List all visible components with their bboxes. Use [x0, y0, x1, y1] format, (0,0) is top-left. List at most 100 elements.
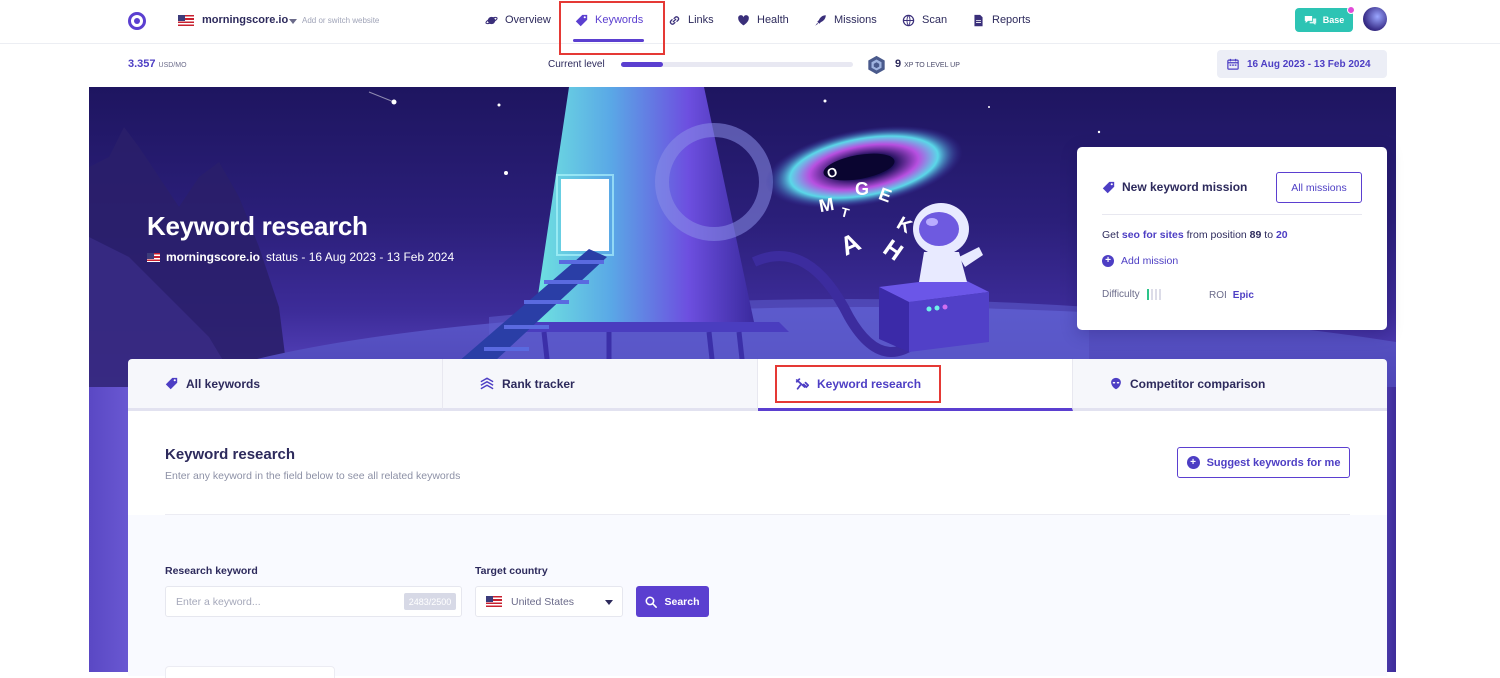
date-range-label: 16 Aug 2023 - 13 Feb 2024	[1247, 58, 1371, 70]
difficulty-bar	[1146, 289, 1149, 300]
mission-card-title: New keyword mission	[1102, 180, 1247, 194]
tab-rank-tracker-label: Rank tracker	[502, 376, 575, 391]
switch-website-hint[interactable]: Add or switch website	[302, 16, 379, 25]
search-button[interactable]: Search	[636, 586, 709, 617]
nav-overview-label: Overview	[505, 14, 551, 26]
add-mission-label: Add mission	[1121, 255, 1179, 267]
mission-mid: from position	[1186, 229, 1247, 241]
us-flag-icon	[178, 15, 194, 26]
search-icon	[645, 596, 658, 608]
traffic-value-unit: USD/MO	[158, 62, 187, 69]
xp-label: XP TO LEVEL UP	[904, 62, 960, 69]
alien-icon	[1111, 377, 1121, 390]
target-country-label: Target country	[475, 565, 548, 577]
notification-dot	[1347, 6, 1355, 14]
nav-health-label: Health	[757, 14, 789, 26]
tab-all-keywords-label: All keywords	[186, 376, 261, 391]
mission-to-position: 20	[1275, 229, 1288, 241]
roi-value: Epic	[1232, 290, 1254, 301]
highlight-box-keyword-research-tab	[775, 365, 941, 403]
level-progress-bar	[621, 62, 853, 67]
current-level-label: Current level	[548, 59, 605, 70]
results-card-top-edge	[165, 666, 335, 678]
site-name[interactable]: morningscore.io	[202, 14, 288, 26]
nav-reports-label: Reports	[992, 14, 1031, 26]
us-flag-icon	[147, 252, 160, 262]
layers-icon	[480, 377, 494, 390]
difficulty-bar	[1150, 289, 1153, 300]
nav-scan-label: Scan	[922, 14, 948, 26]
traffic-value: 3.357 USD/MO	[128, 58, 187, 70]
mission-card-title-text: New keyword mission	[1122, 180, 1248, 194]
tab-competitor-comparison[interactable]: Competitor comparison	[1073, 359, 1387, 411]
nav-reports[interactable]: Reports	[972, 12, 1031, 28]
all-missions-button[interactable]: All missions	[1276, 172, 1362, 203]
xp-to-level-up: 9 XP TO LEVEL UP	[895, 58, 960, 70]
hero-subtitle: morningscore.io status - 16 Aug 2023 - 1…	[147, 250, 454, 264]
tab-competitor-comparison-label: Competitor comparison	[1130, 376, 1266, 391]
panel-header: Keyword research Enter any keyword in th…	[128, 411, 1387, 515]
base-plan-button[interactable]: Base	[1295, 8, 1353, 32]
nav-health[interactable]: Health	[737, 12, 789, 28]
base-plan-label: Base	[1322, 15, 1345, 25]
mission-card-divider	[1102, 214, 1362, 215]
planet-icon	[485, 14, 498, 27]
search-button-label: Search	[664, 595, 700, 608]
hero-title: Keyword research	[147, 211, 368, 241]
chevron-down-icon	[605, 600, 613, 605]
keyword-quota-counter: 2483/2500	[404, 593, 456, 610]
panel-title: Keyword research	[165, 446, 296, 463]
highlight-box-keywords-nav	[559, 1, 665, 55]
nav-links[interactable]: Links	[668, 12, 714, 28]
mission-to-word: to	[1264, 229, 1274, 241]
new-keyword-mission-card: New keyword mission All missions Get seo…	[1077, 147, 1387, 330]
keyword-research-panel: Keyword research Enter any keyword in th…	[128, 411, 1387, 678]
tag-icon	[165, 377, 178, 390]
document-icon	[972, 14, 985, 27]
panel-description: Enter any keyword in the field below to …	[165, 470, 461, 482]
level-progress-fill	[621, 62, 663, 67]
chat-bubbles-icon	[1304, 15, 1316, 25]
nav-overview[interactable]: Overview	[485, 12, 551, 28]
globe-icon	[902, 14, 915, 27]
traffic-value-number: 3.357	[128, 58, 156, 70]
nav-missions[interactable]: Missions	[814, 12, 877, 28]
difficulty-bar	[1154, 289, 1157, 300]
us-flag-icon	[486, 596, 502, 607]
suggest-keywords-label: Suggest keywords for me	[1206, 456, 1341, 469]
calendar-icon	[1227, 58, 1239, 70]
tab-all-keywords[interactable]: All keywords	[128, 359, 443, 411]
roi-label: ROI	[1209, 290, 1227, 301]
roi-indicator: ROI Epic	[1209, 290, 1254, 301]
keyword-tabs: All keywords Rank tracker Keyword resear…	[128, 359, 1387, 411]
research-keyword-label: Research keyword	[165, 565, 258, 577]
plus-circle-icon: +	[1186, 456, 1200, 469]
nav-missions-label: Missions	[834, 14, 877, 26]
nav-scan[interactable]: Scan	[902, 12, 947, 28]
mission-prefix: Get	[1102, 229, 1119, 241]
difficulty-bars	[1146, 289, 1161, 300]
date-range-picker[interactable]: 16 Aug 2023 - 13 Feb 2024	[1217, 50, 1387, 78]
rocket-icon	[814, 14, 827, 27]
top-navigation-bar: morningscore.io Add or switch website Ov…	[0, 0, 1500, 55]
morningscore-logo[interactable]	[128, 12, 146, 30]
target-country-select[interactable]: United States	[475, 586, 623, 617]
mission-description: Get seo for sites from position 89 to 20	[1102, 229, 1288, 241]
tag-icon	[1102, 181, 1115, 193]
plus-circle-icon: +	[1102, 255, 1114, 267]
difficulty-label: Difficulty	[1102, 289, 1140, 300]
difficulty-indicator: Difficulty	[1102, 289, 1161, 300]
user-avatar[interactable]	[1363, 7, 1387, 31]
target-country-value: United States	[511, 595, 575, 608]
heart-icon	[737, 14, 750, 27]
add-mission-button[interactable]: + Add mission	[1102, 255, 1178, 267]
hero-status-text: status - 16 Aug 2023 - 13 Feb 2024	[266, 250, 455, 264]
suggest-keywords-button[interactable]: + Suggest keywords for me	[1177, 447, 1350, 478]
mission-keyword[interactable]: seo for sites	[1122, 229, 1184, 241]
mission-from-position: 89	[1249, 229, 1262, 241]
site-switch-chevron-down-icon[interactable]	[289, 19, 297, 24]
difficulty-bar	[1158, 289, 1161, 300]
tab-rank-tracker[interactable]: Rank tracker	[443, 359, 758, 411]
level-badge-icon	[868, 55, 885, 75]
hero-site-name: morningscore.io	[166, 250, 261, 264]
